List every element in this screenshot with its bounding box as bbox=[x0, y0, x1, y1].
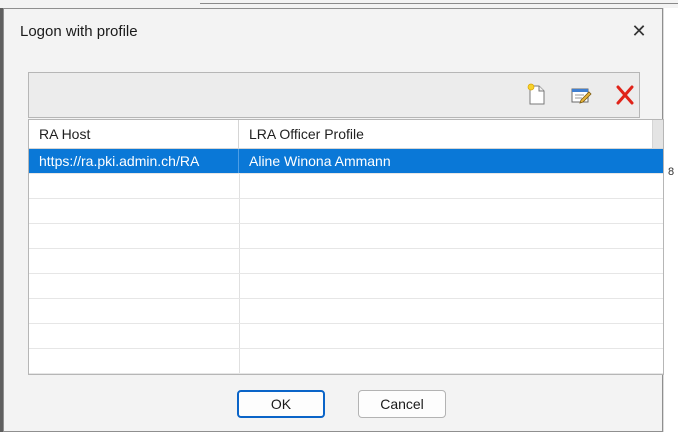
logon-profile-dialog: Logon with profile ✕ RA Host LRA Officer… bbox=[3, 8, 664, 432]
empty-row bbox=[29, 274, 663, 299]
empty-row bbox=[29, 249, 663, 274]
cancel-button[interactable]: Cancel bbox=[358, 390, 446, 418]
close-icon: ✕ bbox=[631, 21, 647, 41]
empty-row bbox=[29, 199, 663, 224]
dialog-titlebar: Logon with profile ✕ bbox=[4, 9, 662, 59]
table-row[interactable]: https://ra.pki.admin.ch/RA Aline Winona … bbox=[29, 149, 663, 174]
empty-row bbox=[29, 174, 663, 199]
empty-row bbox=[29, 324, 663, 349]
header-filler bbox=[653, 120, 663, 148]
empty-row bbox=[29, 224, 663, 249]
column-header-lra-officer-profile[interactable]: LRA Officer Profile bbox=[239, 120, 653, 148]
delete-icon bbox=[616, 85, 634, 105]
profile-toolbar bbox=[28, 72, 640, 118]
delete-profile-button[interactable] bbox=[613, 83, 637, 107]
edit-icon bbox=[571, 88, 592, 104]
close-button[interactable]: ✕ bbox=[626, 19, 652, 43]
table-header: RA Host LRA Officer Profile bbox=[29, 120, 663, 149]
empty-row bbox=[29, 299, 663, 324]
background-window-right-edge: 8 bbox=[663, 8, 678, 432]
new-profile-button[interactable] bbox=[525, 83, 549, 107]
background-window-glyph: 8 bbox=[668, 166, 675, 178]
column-header-ra-host[interactable]: RA Host bbox=[29, 120, 239, 148]
new-document-icon bbox=[527, 83, 545, 105]
empty-row bbox=[29, 349, 663, 374]
background-window-divider bbox=[200, 3, 678, 4]
ra-host-cell: https://ra.pki.admin.ch/RA bbox=[29, 149, 239, 173]
ok-button[interactable]: OK bbox=[237, 390, 325, 418]
profiles-table: RA Host LRA Officer Profile https://ra.p… bbox=[28, 119, 664, 375]
dialog-title: Logon with profile bbox=[20, 23, 138, 40]
edit-profile-button[interactable] bbox=[569, 83, 593, 107]
profile-cell: Aline Winona Ammann bbox=[249, 153, 391, 169]
